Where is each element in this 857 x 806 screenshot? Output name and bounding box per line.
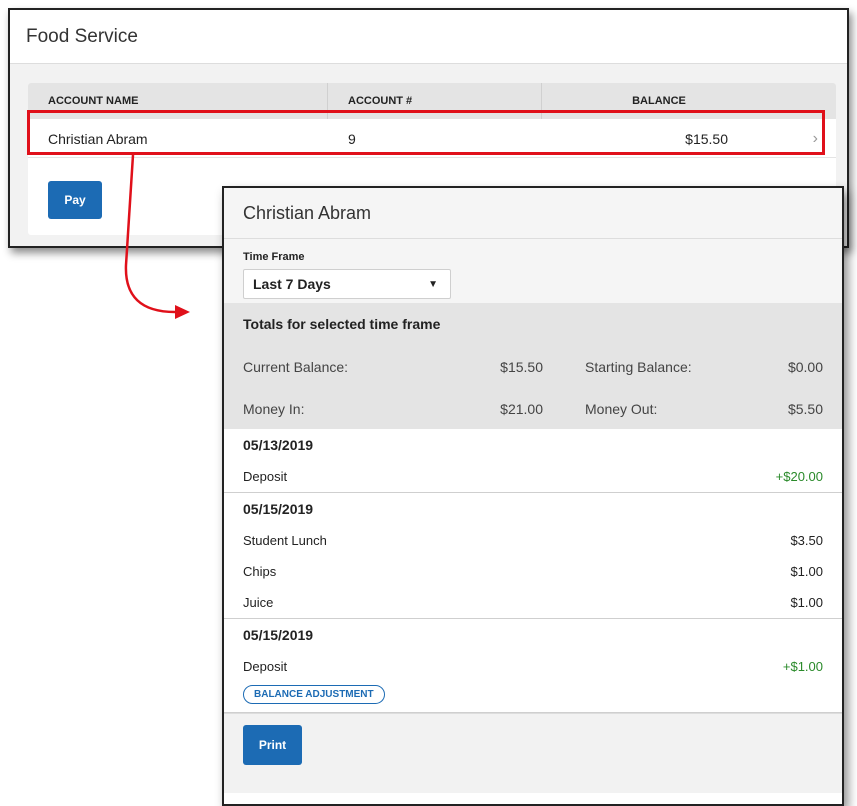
transaction-amount: $1.00 (790, 564, 823, 579)
detail-footer: Print (224, 713, 842, 793)
highlight-box (27, 110, 825, 155)
current-balance-label: Current Balance: (243, 359, 349, 375)
totals-heading: Totals for selected time frame (243, 316, 441, 332)
detail-title: Christian Abram (224, 188, 842, 239)
list-item: Deposit +$20.00 (243, 461, 823, 492)
starting-balance-label: Starting Balance: (585, 359, 692, 375)
caret-down-icon: ▼ (428, 278, 438, 290)
transaction-date: 05/15/2019 (243, 627, 314, 643)
page-title: Food Service (10, 10, 847, 64)
money-in-value: $21.00 (500, 401, 543, 417)
time-frame-value: Last 7 Days (253, 276, 331, 292)
totals-row: Current Balance: $15.50 Starting Balance… (243, 346, 823, 388)
list-item: Juice $1.00 (243, 587, 823, 618)
money-out-label: Money Out: (585, 401, 658, 417)
transaction-amount: +$20.00 (775, 469, 823, 484)
transaction-label: Juice (243, 595, 274, 610)
transaction-group: 05/13/2019 Deposit +$20.00 (224, 429, 842, 493)
time-frame-select[interactable]: Last 7 Days ▼ (243, 269, 451, 299)
starting-balance-value: $0.00 (787, 359, 823, 375)
transaction-label: Chips (243, 564, 277, 579)
transaction-amount: $3.50 (790, 533, 823, 548)
print-button[interactable]: Print (243, 725, 302, 765)
time-frame-label: Time Frame (243, 251, 305, 263)
transaction-amount: $1.00 (790, 595, 823, 610)
account-detail-panel: Christian Abram Time Frame Last 7 Days ▼… (222, 186, 844, 806)
list-item: Student Lunch $3.50 (243, 525, 823, 556)
time-frame-section: Time Frame Last 7 Days ▼ (224, 239, 842, 303)
transaction-amount: +$1.00 (782, 659, 823, 674)
money-in-label: Money In: (243, 401, 305, 417)
transaction-label: Student Lunch (243, 533, 327, 548)
money-out-value: $5.50 (787, 401, 823, 417)
current-balance-value: $15.50 (500, 359, 543, 375)
list-item: Deposit +$1.00 (243, 651, 823, 682)
totals-section: Totals for selected time frame Current B… (224, 303, 842, 429)
transaction-date: 05/13/2019 (243, 437, 314, 453)
transaction-group: 05/15/2019 Student Lunch $3.50 Chips $1.… (224, 493, 842, 619)
balance-adjustment-badge: BALANCE ADJUSTMENT (243, 685, 385, 704)
transaction-group: 05/15/2019 Deposit +$1.00 BALANCE ADJUST… (224, 619, 842, 713)
transaction-label: Deposit (243, 469, 288, 484)
totals-row: Money In: $21.00 Money Out: $5.50 (243, 388, 823, 430)
list-item: Chips $1.00 (243, 556, 823, 587)
transaction-label: Deposit (243, 659, 288, 674)
pay-button[interactable]: Pay (48, 181, 102, 219)
transaction-date: 05/15/2019 (243, 501, 314, 517)
